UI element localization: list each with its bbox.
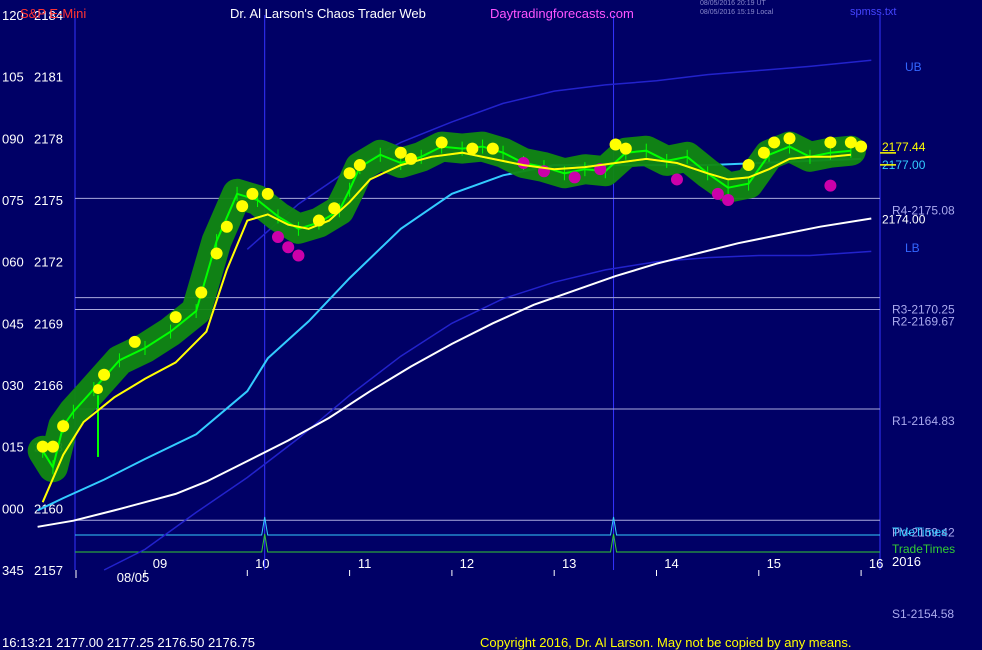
high-dot	[46, 440, 59, 453]
y-price-label: 2172	[34, 255, 63, 270]
high-dot	[353, 159, 366, 172]
low-dot	[670, 173, 683, 186]
high-dot	[98, 368, 111, 381]
upper-band-label: UB	[905, 60, 922, 74]
level-label: R1-2164.83	[892, 414, 955, 428]
x-hour-label: 16	[869, 556, 883, 571]
x-hour-label: 12	[460, 556, 474, 571]
x-hour-label: 10	[255, 556, 269, 571]
high-dot	[768, 136, 781, 149]
file-name: spmss.txt	[850, 6, 897, 18]
x-hour-label: 14	[664, 556, 678, 571]
y-price-label: 2157	[34, 563, 63, 578]
y-degree-label: 090	[2, 131, 24, 146]
high-dot	[435, 136, 448, 149]
high-dot	[261, 187, 274, 200]
x-date-label: 08/05	[117, 570, 150, 585]
high-dot	[855, 140, 868, 153]
y-degree-label: 105	[2, 70, 24, 85]
y-degree-label: 030	[2, 378, 24, 393]
right-price-label: 2174.00	[882, 213, 926, 227]
x-year-label: 2016	[892, 554, 921, 569]
timing-line	[75, 516, 880, 536]
site-link[interactable]: Daytradingforecasts.com	[490, 6, 634, 21]
chart-title: Dr. Al Larson's Chaos Trader Web	[230, 6, 426, 21]
low-dot	[568, 171, 581, 184]
y-degree-label: 075	[2, 193, 24, 208]
y-price-label: 2178	[34, 131, 63, 146]
lower-band-label: LB	[905, 241, 920, 255]
timing-line	[75, 533, 880, 553]
right-price-label: 2177.44	[882, 140, 926, 154]
timestamp-local: 08/05/2016 15:19 Local	[700, 9, 774, 16]
chart-area: 120 2184105 2181090 2178075 2175060 2172045 21…	[2, 8, 955, 621]
timing-label: TideTimes	[892, 525, 947, 539]
x-hour-label: 13	[562, 556, 576, 571]
high-dot	[394, 146, 407, 159]
y-degree-label: 015	[2, 440, 24, 455]
y-price-label: 2169	[34, 316, 63, 331]
high-dot	[619, 142, 632, 155]
level-label: S1-2154.58	[892, 607, 954, 621]
low-dot	[292, 249, 305, 262]
low-dot	[271, 231, 284, 243]
high-dot	[220, 220, 233, 233]
high-dot	[742, 159, 755, 172]
y-degree-label: 060	[2, 255, 24, 270]
price-spike-dot	[93, 384, 103, 395]
low-dot	[722, 194, 735, 206]
high-dot	[195, 286, 208, 299]
low-dot	[517, 157, 530, 169]
quote-status: 16:13:21 2177.00 2177.25 2176.50 2176.75	[2, 635, 256, 650]
level-label: R2-2169.67	[892, 315, 955, 329]
high-dot	[466, 142, 479, 155]
low-dot	[824, 179, 837, 192]
high-dot	[609, 138, 622, 151]
high-dot	[783, 132, 796, 145]
y-price-label: 2175	[34, 193, 63, 208]
high-dot	[128, 335, 141, 348]
lower-band-line	[103, 250, 872, 571]
y-price-label: 2166	[34, 378, 63, 393]
copyright: Copyright 2016, Dr. Al Larson. May not b…	[480, 635, 852, 650]
high-dot	[236, 200, 249, 213]
high-dot	[824, 136, 837, 149]
slow-ma-line	[37, 217, 872, 528]
timing-label: TradeTimes	[892, 542, 955, 556]
high-dot	[36, 440, 49, 453]
high-dot	[844, 136, 857, 149]
y-degree-label: 000	[2, 501, 24, 516]
timestamp-utc: 08/05/2016 20:19 UT	[700, 0, 766, 7]
high-dot	[57, 420, 70, 433]
x-hour-label: 15	[767, 556, 781, 571]
x-hour-label: 11	[358, 556, 372, 571]
high-dot	[210, 247, 223, 260]
high-dot	[343, 167, 356, 180]
symbol-label: S&P E-Mini	[20, 6, 87, 21]
x-hour-label: 09	[153, 556, 167, 571]
low-dot	[282, 241, 295, 254]
high-dot	[757, 146, 770, 159]
high-dot	[246, 187, 259, 200]
y-degree-label: 345	[2, 563, 24, 578]
y-degree-label: 045	[2, 316, 24, 331]
low-dot	[711, 187, 724, 200]
y-price-label: 2160	[34, 501, 63, 516]
high-dot	[486, 142, 499, 155]
y-price-label: 2181	[34, 70, 63, 85]
high-dot	[169, 311, 182, 324]
